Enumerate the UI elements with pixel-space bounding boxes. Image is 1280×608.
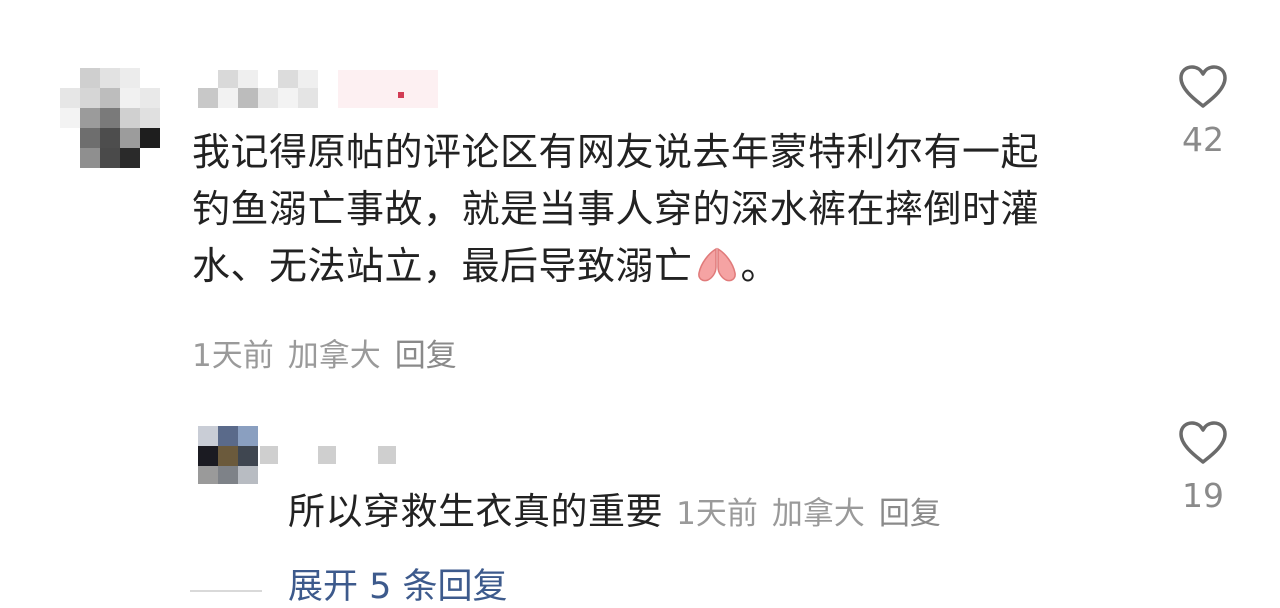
reply-meta: 1天前 加拿大 回复 <box>676 496 955 532</box>
reply-body: 所以穿救生衣真的重要 1天前 加拿大 回复 <box>288 483 955 540</box>
reply-reply-button[interactable]: 回复 <box>879 496 941 532</box>
praying-hands-icon <box>695 244 739 284</box>
comment-meta: 1天前 加拿大 回复 <box>192 330 471 375</box>
comment-line: 我记得原帖的评论区有网友说去年蒙特利尔有一起 <box>192 130 1040 174</box>
comment-end-punct: 。 <box>740 244 780 288</box>
comment-line: 钓鱼溺亡事故，就是当事人穿的深水裤在摔倒时灌 <box>192 187 1040 231</box>
reply-avatar[interactable] <box>198 426 260 484</box>
comment-line-text: 水、无法站立，最后导致溺亡 <box>192 244 693 288</box>
like-count: 42 <box>1182 120 1224 159</box>
comment-location: 加拿大 <box>287 338 381 374</box>
reply-time: 1天前 <box>676 496 758 532</box>
expand-replies-link[interactable]: 展开 5 条回复 <box>288 566 508 608</box>
heart-icon[interactable] <box>1177 420 1229 466</box>
comment-time: 1天前 <box>192 338 274 374</box>
heart-icon[interactable] <box>1177 64 1229 110</box>
reply-button[interactable]: 回复 <box>395 338 457 374</box>
comment-text: 我记得原帖的评论区有网友说去年蒙特利尔有一起 钓鱼溺亡事故，就是当事人穿的深水裤… <box>192 124 1152 295</box>
expand-divider <box>190 590 262 592</box>
avatar[interactable] <box>60 68 160 168</box>
reply-like[interactable]: 19 <box>1163 420 1243 515</box>
like-count: 19 <box>1182 476 1224 515</box>
reply-location: 加拿大 <box>771 496 865 532</box>
username[interactable] <box>198 70 438 110</box>
comment-like[interactable]: 42 <box>1163 64 1243 159</box>
reply-text: 所以穿救生衣真的重要 <box>288 490 663 533</box>
reply-username[interactable] <box>260 446 400 466</box>
comment-line: 水、无法站立，最后导致溺亡 。 <box>192 238 1152 295</box>
